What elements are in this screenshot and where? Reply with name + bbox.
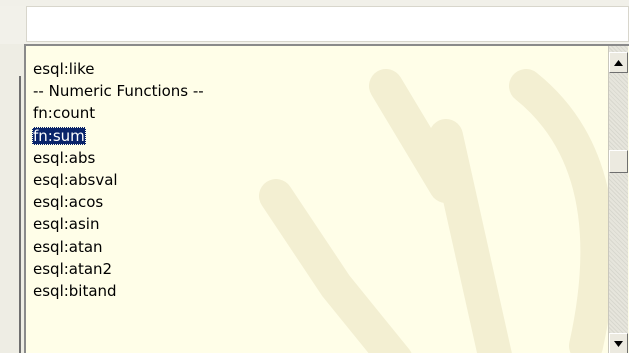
list-item[interactable]: esql:like xyxy=(32,58,205,80)
list-item[interactable]: esql:absval xyxy=(32,169,205,191)
list-item[interactable]: -- Numeric Functions -- xyxy=(32,80,205,102)
function-listbox[interactable]: esql:like -- Numeric Functions -- fn:cou… xyxy=(24,44,629,353)
arrow-down-icon xyxy=(614,340,623,347)
list-item[interactable]: esql:asin xyxy=(32,213,205,235)
list-item[interactable]: fn:count xyxy=(32,102,205,124)
list-item[interactable]: esql:abs xyxy=(32,147,205,169)
list-item[interactable]: esql:atan2 xyxy=(32,258,205,280)
list-item[interactable]: esql:acos xyxy=(32,191,205,213)
list-item[interactable]: esql:bitand xyxy=(32,280,205,302)
expression-input[interactable] xyxy=(26,6,629,42)
function-list: esql:like -- Numeric Functions -- fn:cou… xyxy=(32,58,205,302)
list-item[interactable]: esql:atan xyxy=(32,236,205,258)
list-item-selected[interactable]: fn:sum xyxy=(32,125,205,147)
arrow-up-icon xyxy=(614,59,623,66)
scroll-up-button[interactable] xyxy=(609,52,628,73)
vertical-scrollbar[interactable] xyxy=(608,46,628,353)
panel-divider xyxy=(19,76,21,353)
scroll-thumb[interactable] xyxy=(609,150,628,173)
scroll-down-button[interactable] xyxy=(609,333,628,353)
